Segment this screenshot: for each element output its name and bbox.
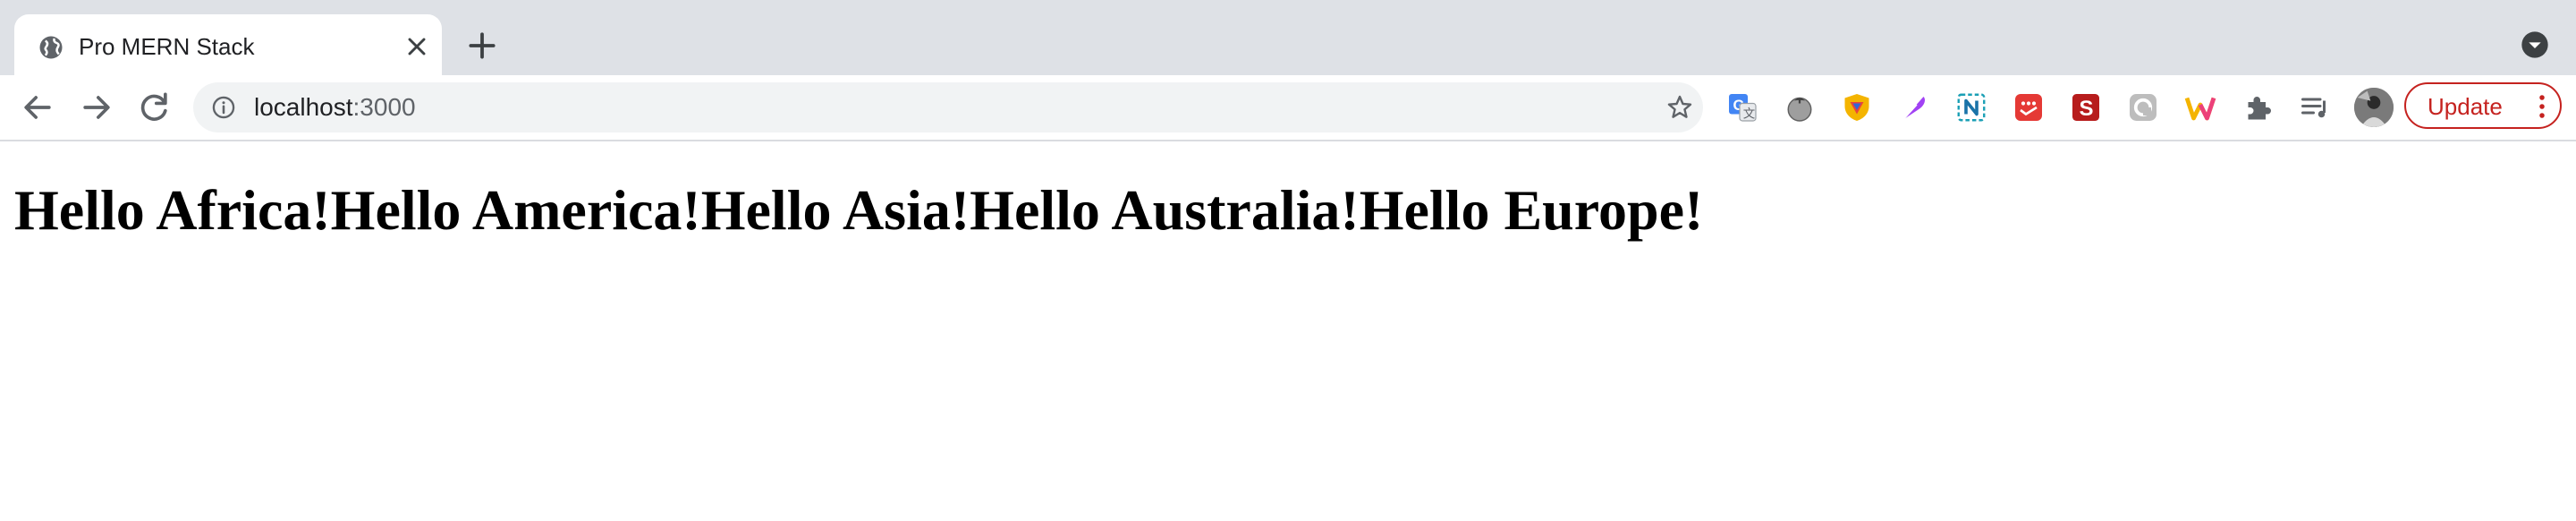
site-info-icon[interactable] (211, 95, 236, 120)
google-translate-icon[interactable]: G文 (1726, 91, 1758, 124)
url-text[interactable]: localhost:3000 (254, 91, 416, 124)
url-port: :3000 (352, 93, 416, 121)
tomato-icon[interactable] (1784, 91, 1816, 124)
tab-search-chevron-icon[interactable] (2521, 30, 2549, 59)
shield-extension-icon[interactable] (1841, 91, 1873, 124)
update-button-label: Update (2428, 93, 2503, 120)
greeting-australia: Hello Australia! (970, 178, 1360, 242)
greeting-europe: Hello Europe! (1359, 178, 1704, 242)
feather-pen-icon[interactable] (1898, 91, 1930, 124)
svg-text:文: 文 (1743, 107, 1756, 120)
greeting-africa: Hello Africa! (14, 178, 331, 242)
greeting-asia: Hello Asia! (700, 178, 970, 242)
greeting-america: Hello America! (330, 178, 701, 242)
tab-title: Pro MERN Stack (79, 33, 255, 60)
grey-square-extension-icon[interactable] (2127, 91, 2159, 124)
back-arrow-icon[interactable] (18, 88, 57, 127)
more-menu-dots-icon[interactable] (2537, 93, 2547, 120)
reload-icon[interactable] (134, 88, 174, 127)
profile-avatar[interactable] (2354, 88, 2394, 127)
forward-arrow-icon[interactable] (77, 88, 116, 127)
update-button[interactable]: Update (2404, 82, 2562, 129)
browser-tab[interactable]: Pro MERN Stack (14, 14, 442, 75)
notion-n-icon[interactable] (1955, 91, 1987, 124)
new-tab-plus-icon[interactable] (465, 29, 499, 63)
page-content: Hello Africa!Hello America!Hello Asia!He… (0, 141, 2576, 521)
svg-text:S: S (2080, 97, 2094, 121)
bookmark-star-icon[interactable] (1665, 93, 1694, 122)
puzzle-piece-icon[interactable] (2241, 91, 2274, 124)
address-bar[interactable]: localhost:3000 (193, 82, 1703, 132)
calendar-extension-icon[interactable] (2012, 91, 2045, 124)
greeting-heading: Hello Africa!Hello America!Hello Asia!He… (14, 177, 1703, 243)
globe-icon (39, 36, 63, 59)
tab-strip: Pro MERN Stack (0, 0, 2576, 75)
media-queue-icon[interactable] (2299, 91, 2331, 124)
close-tab-icon[interactable] (402, 32, 431, 61)
url-host: localhost (254, 93, 353, 121)
s-extension-icon[interactable]: S (2070, 91, 2102, 124)
browser-toolbar: localhost:3000 G文 S Update (0, 75, 2576, 141)
w-extension-icon[interactable] (2184, 91, 2216, 124)
